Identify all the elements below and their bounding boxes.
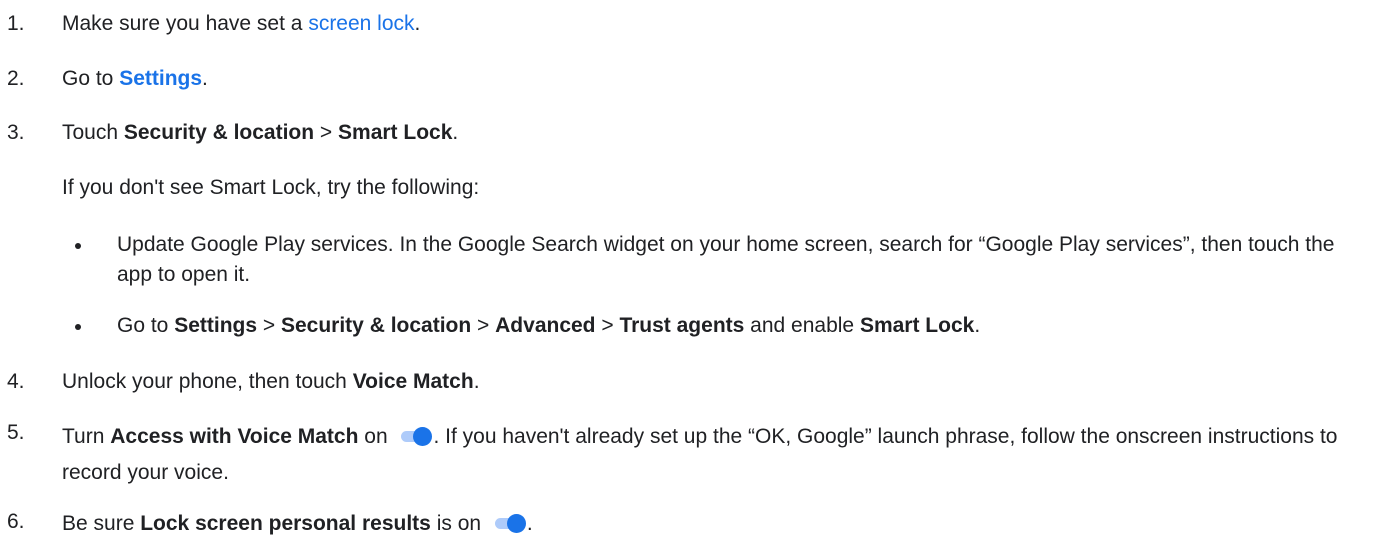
step-number: 2. [7, 67, 25, 90]
step-number: 4. [7, 370, 25, 393]
settings-link[interactable]: Settings [119, 67, 202, 90]
toggle-on-icon [493, 513, 527, 533]
step-text: Unlock your phone, then touch Voice Matc… [62, 370, 480, 393]
step-number: 5. [7, 421, 25, 444]
step-text: Turn Access with Voice Match on . If you… [62, 425, 1338, 484]
bullet-text: Go to Settings > Security & location > A… [117, 314, 981, 337]
screen-lock-link[interactable]: screen lock [308, 12, 414, 35]
step-text: Be sure Lock screen personal results is … [62, 512, 533, 535]
bullet-text: Update Google Play services. In the Goog… [117, 233, 1335, 286]
step-number: 6. [7, 510, 25, 533]
toggle-on-icon [399, 426, 433, 446]
step-text: Go to Settings. [62, 67, 208, 90]
step-text: Touch Security & location > Smart Lock. [62, 121, 459, 144]
step-text: Make sure you have set a screen lock. [62, 12, 421, 35]
step-3-note: If you don't see Smart Lock, try the fol… [62, 176, 480, 199]
bullet-icon [75, 243, 81, 249]
bullet-icon [75, 324, 81, 330]
step-number: 3. [7, 121, 25, 144]
instructions-document: 1. Make sure you have set a screen lock.… [0, 0, 1379, 546]
step-number: 1. [7, 12, 25, 35]
